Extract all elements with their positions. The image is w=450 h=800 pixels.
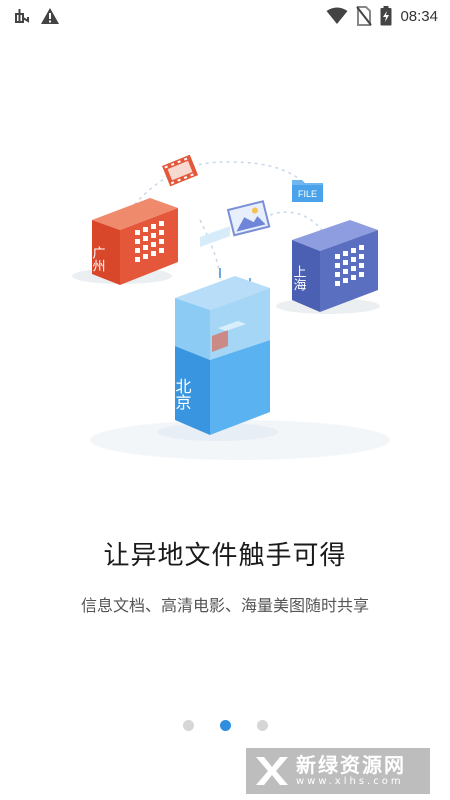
onboarding-subline: 信息文档、高清电影、海量美图随时共享	[80, 596, 369, 615]
status-bar-left	[12, 6, 60, 26]
city-label-shanghai: 上海	[291, 265, 307, 291]
image-icon	[226, 200, 271, 237]
watermark: 新绿资源网 www.xlhs.com	[246, 748, 430, 794]
page-dot-2-active[interactable]	[219, 720, 231, 731]
status-bar: 08:34	[0, 0, 450, 32]
watermark-logo	[256, 757, 288, 785]
watermark-url: www.xlhs.com	[296, 776, 404, 787]
page-dot-3[interactable]	[256, 720, 268, 731]
city-label-guangzhou: 广州	[90, 246, 106, 272]
wifi-icon	[326, 7, 348, 25]
status-time: 08:34	[400, 7, 438, 25]
city-label-beijing: 北京	[173, 378, 192, 411]
watermark-title: 新绿资源网	[296, 753, 406, 777]
page-dot-1[interactable]	[182, 720, 194, 731]
shanghai-building: 上海	[276, 220, 380, 314]
no-sim-icon	[356, 6, 373, 26]
battery-charging-icon	[380, 6, 392, 26]
page-indicator	[0, 720, 450, 731]
onboarding-illustration: FILE 广州 上海 北京	[60, 150, 410, 480]
status-bar-right: 08:34	[326, 6, 438, 26]
file-folder-icon: FILE	[292, 180, 323, 202]
file-badge: FILE	[298, 189, 317, 199]
film-icon	[162, 154, 199, 187]
guangzhou-building: 广州	[72, 198, 178, 285]
onboarding-headline: 让异地文件触手可得	[103, 541, 347, 571]
warning-icon	[40, 6, 60, 26]
bug-icon	[12, 6, 32, 26]
